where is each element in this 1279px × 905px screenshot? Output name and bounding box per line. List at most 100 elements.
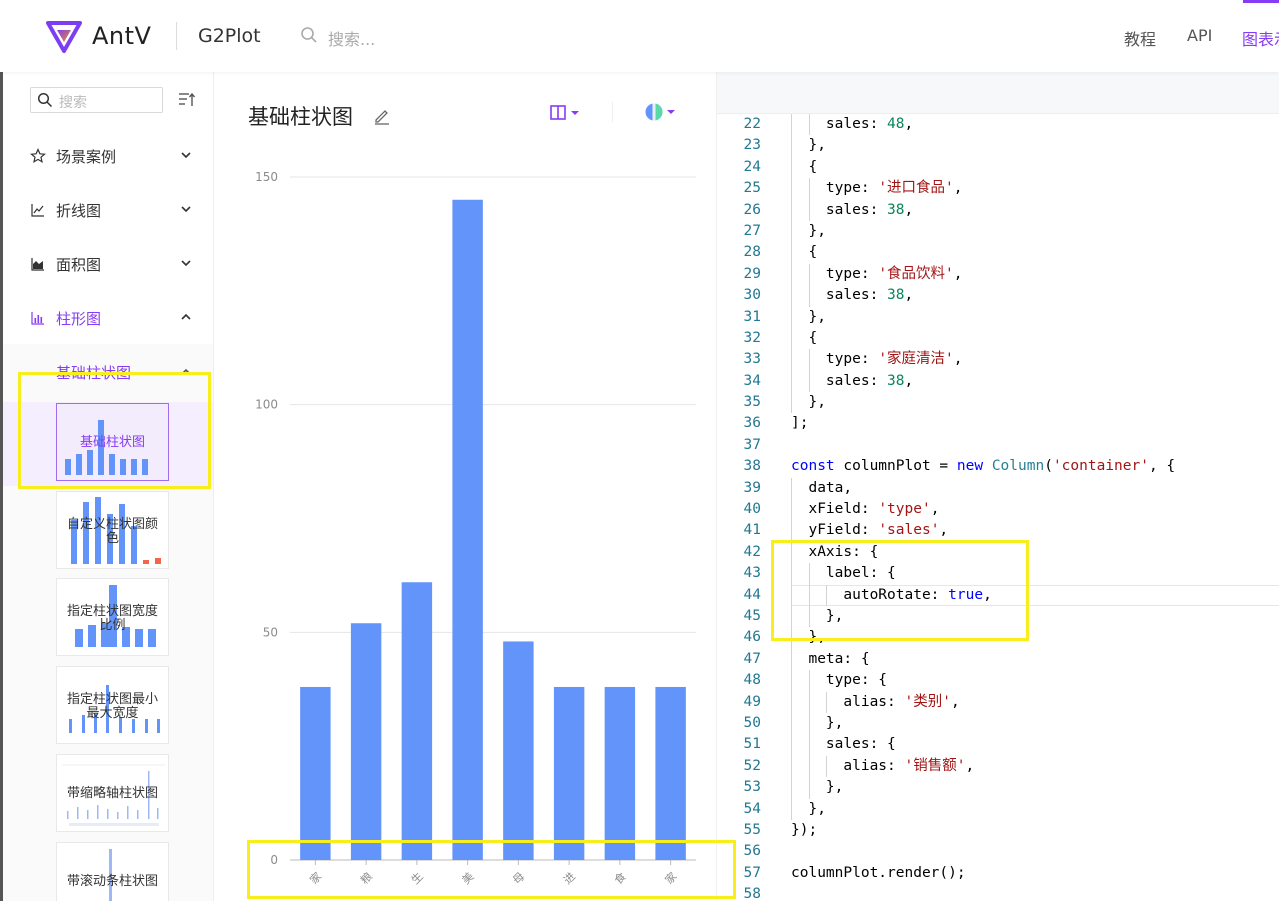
thumb-custom-color[interactable]: 自定义柱状图颜色	[56, 491, 169, 569]
code-text[interactable]: },	[791, 799, 825, 820]
code-line[interactable]: 38 const columnPlot = new Column('contain…	[717, 456, 1279, 477]
code-lines[interactable]: 22 sales: 48, 23 }, 24 {25 type: '进口食品', 26…	[717, 114, 1279, 905]
code-line[interactable]: 43 label: {	[717, 563, 1279, 585]
code-text[interactable]: {	[791, 242, 817, 263]
sidebar-item-scenarios[interactable]: 场景案例	[0, 136, 213, 176]
edit-icon[interactable]	[373, 107, 391, 125]
sidebar-item-area[interactable]: 面积图	[0, 244, 213, 284]
code-text[interactable]: },	[791, 221, 825, 242]
code-line[interactable]: 48 type: {	[717, 670, 1279, 692]
code-text[interactable]: },	[791, 307, 825, 328]
code-line[interactable]: 35 },	[717, 392, 1279, 414]
thumb-slider-axis[interactable]: 带缩略轴柱状图	[56, 754, 169, 832]
code-text[interactable]: sales: 38,	[791, 200, 913, 221]
code-line[interactable]: 57 columnPlot.render();	[717, 863, 1279, 884]
theme-toggle-icon[interactable]	[644, 102, 680, 122]
logo-text[interactable]: AntV	[92, 22, 151, 50]
code-text[interactable]: xField: 'type',	[791, 499, 939, 520]
code-text[interactable]: sales: {	[791, 734, 896, 755]
code-text[interactable]: alias: '类别',	[791, 692, 959, 713]
bar[interactable]	[503, 641, 534, 860]
code-text[interactable]: {	[791, 157, 817, 178]
code-line[interactable]: 22 sales: 48,	[717, 114, 1279, 136]
code-line[interactable]: 50 },	[717, 712, 1279, 735]
code-text[interactable]: const columnPlot = new Column('container…	[791, 456, 1175, 477]
code-line[interactable]: 45 },	[717, 605, 1279, 628]
bar[interactable]	[452, 199, 483, 860]
code-line[interactable]: 46 },	[717, 627, 1279, 649]
code-line[interactable]: 51 sales: {	[717, 734, 1279, 756]
code-line[interactable]: 30 sales: 38,	[717, 285, 1279, 307]
bar[interactable]	[401, 582, 433, 860]
code-text[interactable]: type: '家庭清洁',	[791, 349, 963, 370]
sidebar-search-input[interactable]: 搜索	[30, 87, 163, 113]
bar[interactable]	[553, 686, 585, 860]
code-line[interactable]: 47 meta: {	[717, 648, 1279, 671]
code-line[interactable]: 34 sales: 38,	[717, 370, 1279, 393]
code-line[interactable]: 31 },	[717, 306, 1279, 328]
code-text[interactable]: sales: 38,	[791, 285, 913, 306]
nav-examples[interactable]: 图表示	[1242, 26, 1279, 50]
code-line[interactable]: 37	[717, 435, 1279, 456]
code-line[interactable]: 32 {	[717, 327, 1279, 350]
code-line[interactable]: 58	[717, 884, 1279, 905]
code-line[interactable]: 42 xAxis: {	[717, 541, 1279, 564]
code-text[interactable]: {	[791, 328, 817, 349]
code-line[interactable]: 36];	[717, 413, 1279, 434]
code-text[interactable]: sales: 38,	[791, 371, 913, 392]
code-text[interactable]: },	[791, 606, 843, 627]
thumb-width-ratio[interactable]: 指定柱状图宽度比例	[56, 578, 169, 656]
code-text[interactable]: type: {	[791, 670, 887, 691]
code-editor[interactable]: 22 sales: 48, 23 }, 24 {25 type: '进口食品', 26…	[716, 72, 1279, 902]
code-line[interactable]: 56	[717, 841, 1279, 862]
code-line[interactable]: 40 xField: 'type',	[717, 499, 1279, 521]
sidebar-item-line[interactable]: 折线图	[0, 190, 213, 230]
code-line[interactable]: 28 {	[717, 242, 1279, 264]
code-text[interactable]: meta: {	[791, 649, 869, 670]
layout-toggle-icon[interactable]	[550, 104, 586, 122]
code-text[interactable]: yField: 'sales',	[791, 520, 948, 541]
code-line[interactable]: 39 data,	[717, 477, 1279, 500]
code-text[interactable]: },	[791, 135, 825, 156]
code-line[interactable]: 44 autoRotate: true,	[717, 584, 1279, 606]
code-text[interactable]: columnPlot.render();	[791, 863, 966, 884]
code-text[interactable]: ];	[791, 413, 808, 434]
bar[interactable]	[604, 686, 636, 860]
code-line[interactable]: 27 },	[717, 220, 1279, 243]
column-chart[interactable]: 0 50 100 150 家 粮 生 美 母 进 食 家	[214, 144, 716, 901]
code-text[interactable]: data,	[791, 478, 852, 499]
chevron-up-icon[interactable]	[180, 366, 192, 378]
nav-tutorial[interactable]: 教程	[1124, 26, 1156, 50]
submenu-title[interactable]: 基础柱状图	[56, 362, 131, 383]
code-text[interactable]: },	[791, 777, 843, 798]
code-line[interactable]: 49 alias: '类别',	[717, 691, 1279, 713]
code-text[interactable]: },	[791, 392, 825, 413]
code-line[interactable]: 23 },	[717, 135, 1279, 157]
product-name[interactable]: G2Plot	[198, 25, 261, 47]
thumb-basic-column[interactable]: 基础柱状图	[56, 403, 169, 481]
antv-logo-icon[interactable]	[46, 20, 82, 54]
code-line[interactable]: 33 type: '家庭清洁',	[717, 349, 1279, 371]
code-line[interactable]: 41 yField: 'sales',	[717, 520, 1279, 542]
sort-icon[interactable]	[178, 91, 196, 109]
code-text[interactable]: type: '食品饮料',	[791, 264, 963, 285]
code-line[interactable]: 29 type: '食品饮料',	[717, 263, 1279, 286]
code-text[interactable]: });	[791, 820, 817, 841]
code-line[interactable]: 26 sales: 38,	[717, 199, 1279, 221]
code-text[interactable]: },	[791, 627, 825, 648]
code-line[interactable]: 54 },	[717, 798, 1279, 820]
code-line[interactable]: 53 },	[717, 777, 1279, 799]
bar[interactable]	[350, 623, 382, 860]
code-line[interactable]: 24 {	[717, 156, 1279, 179]
bar[interactable]	[655, 686, 686, 860]
code-text[interactable]: autoRotate: true,	[791, 585, 991, 606]
code-text[interactable]: sales: 48,	[791, 114, 913, 135]
sidebar-item-column[interactable]: 柱形图	[0, 298, 213, 338]
code-text[interactable]: },	[791, 713, 843, 734]
thumb-min-max-width[interactable]: 指定柱状图最小最大宽度	[56, 666, 169, 744]
code-text[interactable]: xAxis: {	[791, 542, 878, 563]
top-search-input[interactable]: 搜索...	[328, 26, 375, 50]
code-line[interactable]: 55});	[717, 820, 1279, 841]
code-text[interactable]: label: {	[791, 563, 896, 584]
code-line[interactable]: 25 type: '进口食品',	[717, 178, 1279, 200]
